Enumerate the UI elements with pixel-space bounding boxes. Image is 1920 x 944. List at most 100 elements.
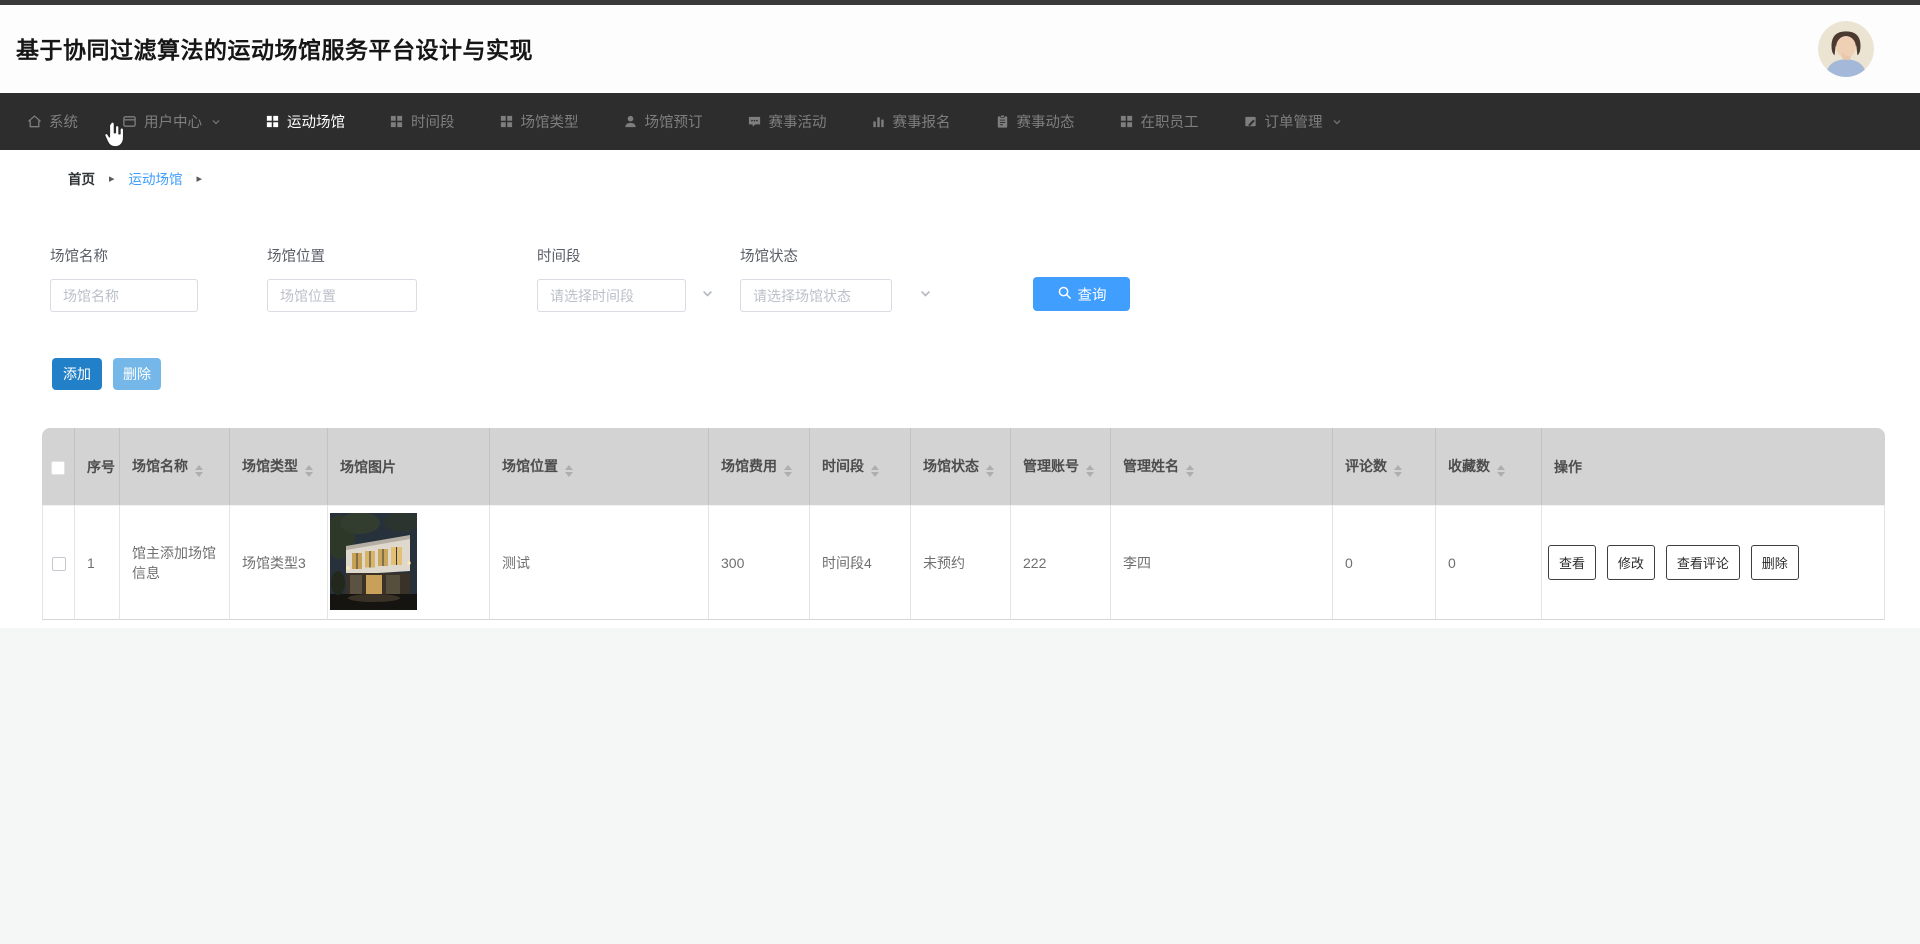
chevron-down-icon	[1332, 117, 1342, 127]
user-icon	[623, 114, 638, 129]
sort-icon[interactable]	[1394, 465, 1402, 477]
nav-item-event-news[interactable]: 赛事动态	[995, 111, 1075, 132]
delete-button[interactable]: 删除	[113, 358, 161, 390]
breadcrumb-separator-icon: ▸	[109, 172, 115, 185]
cell-venue-image	[328, 505, 490, 620]
breadcrumb-separator-icon: ▸	[197, 172, 203, 185]
col-label: 管理账号	[1023, 458, 1079, 474]
nav-item-system[interactable]: 系统	[27, 111, 78, 132]
filter-venue-status: 场馆状态 请选择场馆状态	[740, 245, 892, 312]
nav-item-venue-booking[interactable]: 场馆预订	[623, 111, 703, 132]
breadcrumb-current[interactable]: 运动场馆	[129, 168, 183, 188]
sort-icon[interactable]	[565, 465, 573, 477]
col-label: 场馆类型	[242, 458, 298, 474]
mouse-cursor-icon	[101, 120, 128, 156]
col-venue-type[interactable]: 场馆类型	[230, 428, 328, 505]
col-venue-location[interactable]: 场馆位置	[490, 428, 709, 505]
select-all-checkbox[interactable]	[51, 461, 65, 475]
nav-label: 赛事报名	[893, 111, 951, 132]
edit-button[interactable]: 修改	[1607, 545, 1655, 580]
home-icon	[27, 114, 42, 129]
row-delete-button[interactable]: 删除	[1751, 545, 1799, 580]
col-label: 管理姓名	[1123, 458, 1179, 474]
nav-label: 场馆预订	[645, 111, 703, 132]
search-icon	[1057, 285, 1072, 304]
col-label: 操作	[1554, 459, 1582, 475]
sort-icon[interactable]	[1086, 465, 1094, 477]
view-comments-button[interactable]: 查看评论	[1666, 545, 1740, 580]
col-label: 场馆状态	[923, 458, 979, 474]
table-row: 1 馆主添加场馆信息 场馆类型3	[42, 505, 1885, 620]
col-label: 场馆位置	[502, 458, 558, 474]
col-label: 场馆费用	[721, 458, 777, 474]
sort-icon[interactable]	[871, 465, 879, 477]
cell-favorite-count: 0	[1436, 505, 1542, 620]
nav-item-venue-types[interactable]: 场馆类型	[499, 111, 579, 132]
col-venue-fee[interactable]: 场馆费用	[709, 428, 810, 505]
nav-item-staff[interactable]: 在职员工	[1119, 111, 1199, 132]
row-checkbox[interactable]	[52, 557, 66, 571]
nav-item-event-registration[interactable]: 赛事报名	[871, 111, 951, 132]
order-icon	[1243, 114, 1258, 129]
nav-label: 赛事活动	[769, 111, 827, 132]
sort-icon[interactable]	[195, 465, 203, 477]
venue-name-input[interactable]	[50, 279, 198, 312]
col-time-slot[interactable]: 时间段	[810, 428, 911, 505]
nav-label: 系统	[49, 111, 78, 132]
chevron-down-icon	[211, 117, 221, 127]
venue-location-input[interactable]	[267, 279, 417, 312]
sort-icon[interactable]	[784, 465, 792, 477]
time-slot-label: 时间段	[537, 245, 686, 266]
nav-item-order-management[interactable]: 订单管理	[1243, 111, 1342, 132]
sort-icon[interactable]	[1186, 465, 1194, 477]
venue-photo[interactable]	[330, 513, 417, 610]
filter-venue-name: 场馆名称	[50, 245, 198, 312]
col-label: 收藏数	[1448, 458, 1490, 474]
grid-icon	[499, 114, 514, 129]
nav-item-time-slots[interactable]: 时间段	[389, 111, 455, 132]
venue-name-label: 场馆名称	[50, 245, 198, 266]
cell-admin-account: 222	[1011, 505, 1111, 620]
nav-item-user-center[interactable]: 用户中心	[122, 111, 221, 132]
clipboard-icon	[995, 114, 1010, 129]
view-button[interactable]: 查看	[1548, 545, 1596, 580]
col-venue-image: 场馆图片	[328, 428, 490, 505]
sort-icon[interactable]	[986, 465, 994, 477]
cell-comment-count: 0	[1333, 505, 1436, 620]
filter-venue-location: 场馆位置	[267, 245, 417, 312]
col-comment-count[interactable]: 评论数	[1333, 428, 1436, 505]
nav-label: 在职员工	[1141, 111, 1199, 132]
search-button[interactable]: 查询	[1033, 277, 1130, 311]
select-placeholder: 请选择时间段	[550, 286, 634, 306]
sort-icon[interactable]	[1497, 465, 1505, 477]
main-navbar: 系统 用户中心 运动场馆 时间段 场馆类型 场馆预订 赛事活动 赛事报名 赛事动…	[0, 93, 1920, 150]
cell-actions: 查看 修改 查看评论 删除	[1542, 505, 1885, 620]
nav-label: 时间段	[411, 111, 455, 132]
filter-time-slot: 时间段 请选择时间段	[537, 245, 686, 312]
col-label: 评论数	[1345, 458, 1387, 474]
col-label: 场馆名称	[132, 458, 188, 474]
nav-label: 用户中心	[144, 111, 202, 132]
avatar-image	[1818, 21, 1874, 77]
comment-icon	[747, 114, 762, 129]
nav-item-sport-venues[interactable]: 运动场馆	[265, 111, 345, 132]
nav-item-event-activities[interactable]: 赛事活动	[747, 111, 827, 132]
col-favorite-count[interactable]: 收藏数	[1436, 428, 1542, 505]
col-label: 时间段	[822, 458, 864, 474]
col-label: 场馆图片	[340, 459, 396, 475]
col-admin-account[interactable]: 管理账号	[1011, 428, 1111, 505]
col-admin-name[interactable]: 管理姓名	[1111, 428, 1333, 505]
time-slot-select[interactable]: 请选择时间段	[537, 279, 686, 312]
add-button[interactable]: 添加	[52, 358, 102, 390]
venue-location-label: 场馆位置	[267, 245, 417, 266]
col-venue-status[interactable]: 场馆状态	[911, 428, 1011, 505]
cell-venue-type: 场馆类型3	[230, 505, 328, 620]
cell-venue-fee: 300	[709, 505, 810, 620]
cell-time-slot: 时间段4	[810, 505, 911, 620]
venue-status-select[interactable]: 请选择场馆状态	[740, 279, 892, 312]
sort-icon[interactable]	[305, 465, 313, 477]
user-avatar[interactable]	[1818, 21, 1874, 77]
venue-table: 序号 场馆名称 场馆类型 场馆图片 场馆位置 场馆费用 时间段 场馆状态 管理账…	[42, 428, 1885, 620]
breadcrumb-home[interactable]: 首页	[68, 168, 95, 188]
col-venue-name[interactable]: 场馆名称	[120, 428, 230, 505]
